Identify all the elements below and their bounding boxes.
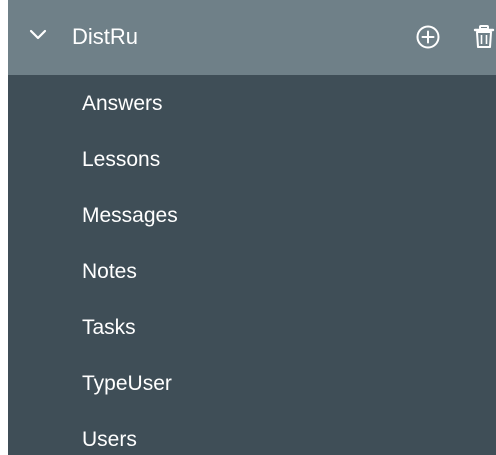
collection-item-label: Tasks	[82, 316, 136, 339]
collection-item-label: Notes	[82, 260, 137, 283]
node-title[interactable]: DistRu	[72, 23, 138, 51]
trash-icon[interactable]	[473, 24, 495, 50]
collection-item-answers[interactable]: Answers	[8, 75, 496, 131]
collection-list: Answers Lessons Messages Notes Tasks Typ…	[8, 75, 496, 455]
collection-item-users[interactable]: Users	[8, 411, 496, 455]
plus-circle-icon[interactable]	[415, 24, 441, 50]
collection-item-lessons[interactable]: Lessons	[8, 131, 496, 187]
collection-item-label: Messages	[82, 204, 178, 227]
collection-item-label: Lessons	[82, 148, 161, 171]
collection-item-notes[interactable]: Notes	[8, 243, 496, 299]
collection-item-label: TypeUser	[82, 372, 172, 395]
collection-item-messages[interactable]: Messages	[8, 187, 496, 243]
collection-item-label: Answers	[82, 92, 163, 115]
collection-item-label: Users	[82, 428, 137, 451]
tree-node-header[interactable]: DistRu	[8, 0, 496, 75]
database-tree-panel: DistRu Answers Lessons Messages Notes Ta…	[8, 0, 496, 455]
chevron-down-icon[interactable]	[28, 27, 48, 43]
collection-item-typeuser[interactable]: TypeUser	[8, 355, 496, 411]
collection-item-tasks[interactable]: Tasks	[8, 299, 496, 355]
